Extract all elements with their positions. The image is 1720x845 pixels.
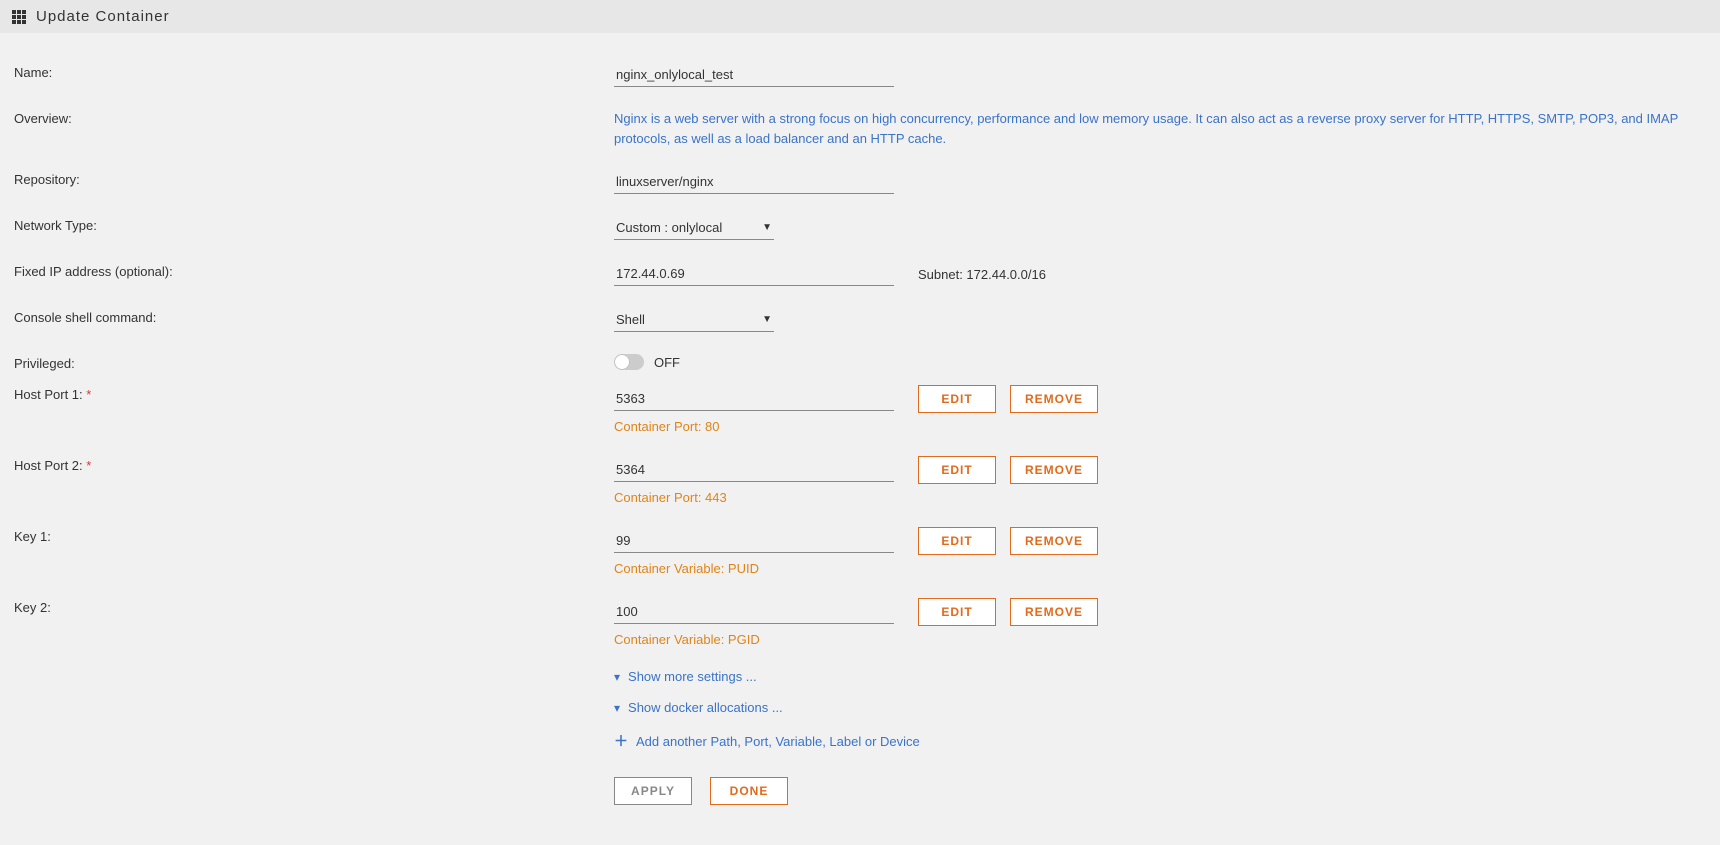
console-select[interactable]: Shell ▼	[614, 308, 774, 332]
page-header: Update Container	[0, 0, 1720, 33]
remove-button[interactable]: Remove	[1010, 598, 1098, 626]
privileged-toggle[interactable]	[614, 354, 644, 370]
label-repository: Repository:	[14, 170, 614, 187]
label-fixed-ip: Fixed IP address (optional):	[14, 262, 614, 279]
label-key-2: Key 2:	[14, 598, 614, 615]
network-type-select[interactable]: Custom : onlylocal ▼	[614, 216, 774, 240]
fixed-ip-input[interactable]	[614, 262, 894, 286]
host-port-1-sub: Container Port: 80	[614, 419, 1706, 434]
remove-button[interactable]: Remove	[1010, 527, 1098, 555]
add-another-link[interactable]: ＋ Add another Path, Port, Variable, Labe…	[614, 731, 1706, 751]
privileged-state: OFF	[654, 355, 680, 370]
edit-button[interactable]: Edit	[918, 527, 996, 555]
subnet-text: Subnet: 172.44.0.0/16	[918, 267, 1046, 282]
overview-text: Nginx is a web server with a strong focu…	[614, 109, 1706, 148]
show-docker-allocations-link[interactable]: ▾ Show docker allocations ...	[614, 700, 1706, 715]
chevron-down-icon: ▾	[614, 701, 620, 715]
edit-button[interactable]: Edit	[918, 456, 996, 484]
label-name: Name:	[14, 63, 614, 80]
host-port-2-input[interactable]	[614, 458, 894, 482]
label-key-1: Key 1:	[14, 527, 614, 544]
host-port-1-input[interactable]	[614, 387, 894, 411]
apps-grid-icon	[12, 10, 26, 24]
label-host-port-1: Host Port 1: *	[14, 385, 614, 402]
console-value: Shell	[616, 312, 645, 327]
key-1-sub: Container Variable: PUID	[614, 561, 1706, 576]
repository-input[interactable]	[614, 170, 894, 194]
key-2-sub: Container Variable: PGID	[614, 632, 1706, 647]
show-more-settings-link[interactable]: ▾ Show more settings ...	[614, 669, 1706, 684]
chevron-down-icon: ▼	[762, 314, 772, 325]
label-privileged: Privileged:	[14, 354, 614, 371]
key-1-input[interactable]	[614, 529, 894, 553]
required-marker: *	[83, 387, 92, 402]
page-title: Update Container	[36, 8, 170, 25]
host-port-2-sub: Container Port: 443	[614, 490, 1706, 505]
label-host-port-2: Host Port 2: *	[14, 456, 614, 473]
edit-button[interactable]: Edit	[918, 598, 996, 626]
label-network-type: Network Type:	[14, 216, 614, 233]
done-button[interactable]: Done	[710, 777, 788, 805]
label-overview: Overview:	[14, 109, 614, 126]
label-console: Console shell command:	[14, 308, 614, 325]
chevron-down-icon: ▼	[762, 222, 772, 233]
remove-button[interactable]: Remove	[1010, 456, 1098, 484]
plus-icon: ＋	[614, 731, 628, 751]
edit-button[interactable]: Edit	[918, 385, 996, 413]
form-content: Name: Overview: Nginx is a web server wi…	[0, 33, 1720, 845]
key-2-input[interactable]	[614, 600, 894, 624]
chevron-down-icon: ▾	[614, 670, 620, 684]
apply-button[interactable]: Apply	[614, 777, 692, 805]
remove-button[interactable]: Remove	[1010, 385, 1098, 413]
name-input[interactable]	[614, 63, 894, 87]
network-type-value: Custom : onlylocal	[616, 220, 722, 235]
required-marker: *	[83, 458, 92, 473]
